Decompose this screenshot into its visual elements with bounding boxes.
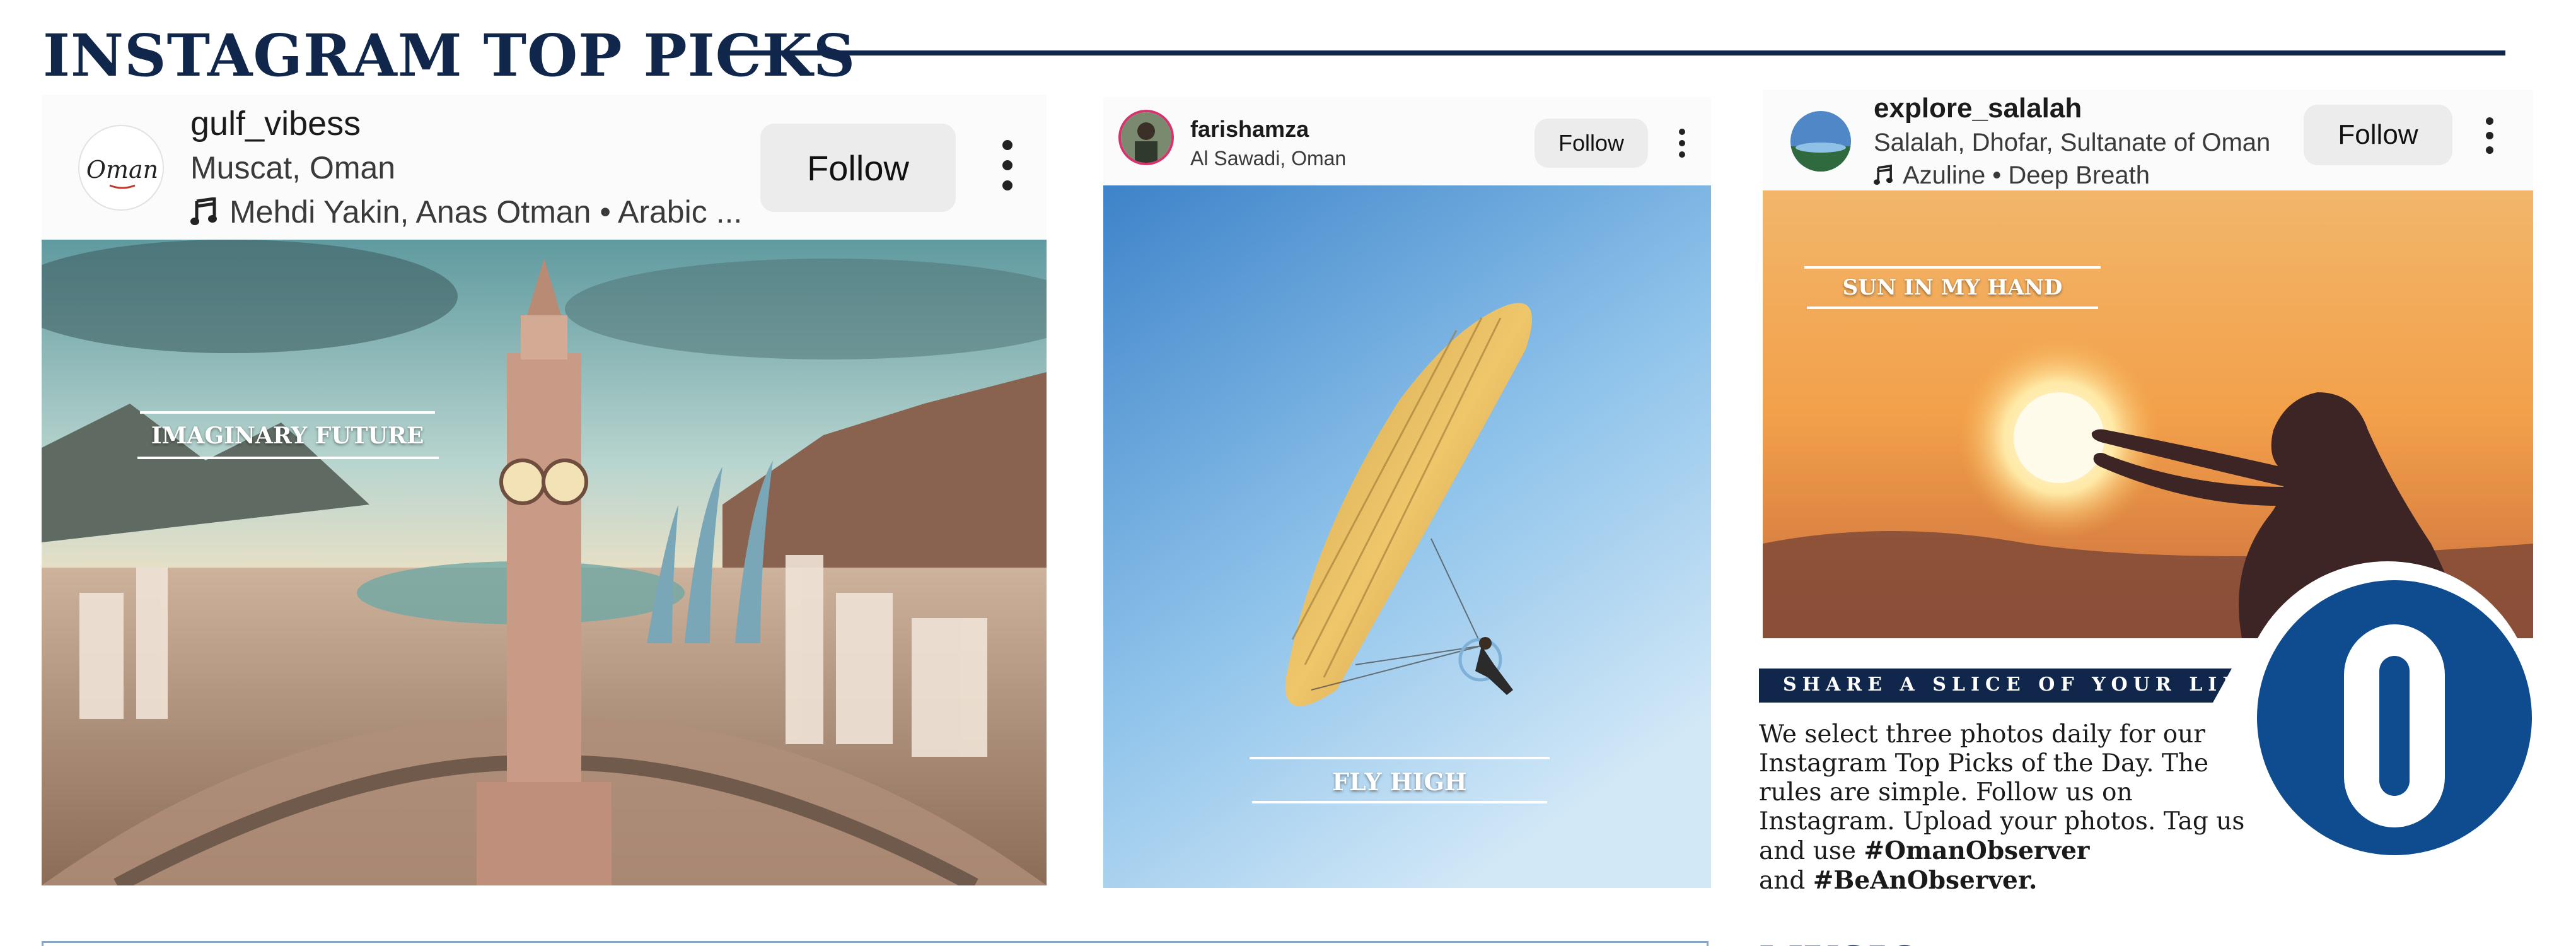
username[interactable]: gulf_vibess <box>190 103 361 144</box>
avatar[interactable]: Oman <box>78 125 164 211</box>
music-text: Mehdi Yakin, Anas Otman • Arabic ... <box>229 194 743 230</box>
logo-letter-o-counter <box>2379 656 2410 796</box>
location[interactable]: Al Sawadi, Oman <box>1190 146 1346 170</box>
username[interactable]: farishamza <box>1190 116 1309 143</box>
follow-button[interactable]: Follow <box>760 124 956 212</box>
page-title: INSTAGRAM TOP PICKS <box>43 21 856 90</box>
music-info[interactable]: Azuline • Deep Breath <box>1874 160 2150 190</box>
post-header-3: explore_salalah Salalah, Dhofar, Sultana… <box>1763 90 2533 190</box>
post-caption: IMAGINARY FUTURE <box>151 423 424 449</box>
hashtag-oman-observer[interactable]: #OmanObserver <box>1864 836 2089 865</box>
location[interactable]: Salalah, Dhofar, Sultanate of Oman <box>1874 127 2270 158</box>
profile-photo-icon <box>1790 111 1851 172</box>
caption-rule-top <box>1250 757 1550 759</box>
more-options-icon[interactable] <box>1001 140 1014 190</box>
post-caption: SUN IN MY HAND <box>1842 275 2063 300</box>
share-and: and <box>1759 867 1806 895</box>
caption-rule-top <box>140 411 435 414</box>
post-header-2: farishamza Al Sawadi, Oman Follow <box>1103 97 1711 185</box>
avatar-text: Oman <box>86 156 158 184</box>
futuristic-city-image <box>42 240 1047 885</box>
more-options-icon[interactable] <box>2485 117 2494 154</box>
avatar[interactable] <box>1790 111 1851 172</box>
caption-rule-bottom <box>1807 307 2098 309</box>
more-options-icon[interactable] <box>1678 129 1686 158</box>
follow-button[interactable]: Follow <box>1535 119 1648 168</box>
title-rule <box>724 50 2505 55</box>
music-note-icon <box>190 197 217 225</box>
post-caption: FLY HIGH <box>1332 768 1467 796</box>
post-photo-city <box>42 240 1047 885</box>
bottom-content-box <box>42 941 1709 946</box>
location[interactable]: Muscat, Oman <box>190 149 395 187</box>
caption-rule-bottom <box>1252 801 1547 803</box>
profile-photo-icon <box>1121 112 1171 163</box>
username[interactable]: explore_salalah <box>1874 92 2082 125</box>
avatar[interactable] <box>1118 110 1174 165</box>
caption-rule-bottom <box>137 457 439 459</box>
follow-button[interactable]: Follow <box>2304 105 2452 165</box>
caption-rule-top <box>1804 266 2101 269</box>
music-note-icon <box>1874 164 1893 185</box>
music-section-heading: MUSIC <box>1759 940 1919 946</box>
hashtag-be-an-observer[interactable]: #BeAnObserver. <box>1813 866 2038 895</box>
music-info[interactable]: Mehdi Yakin, Anas Otman • Arabic ... <box>190 193 742 231</box>
post-header-1: Oman gulf_vibess Muscat, Oman Mehdi Yaki… <box>42 95 1047 241</box>
share-heading: SHARE A SLICE OF YOUR LIFE <box>1783 674 2262 696</box>
share-body: We select three photos daily for our Ins… <box>1759 720 2263 896</box>
music-text: Azuline • Deep Breath <box>1903 161 2150 189</box>
oman-logo-icon: Oman <box>86 156 158 189</box>
